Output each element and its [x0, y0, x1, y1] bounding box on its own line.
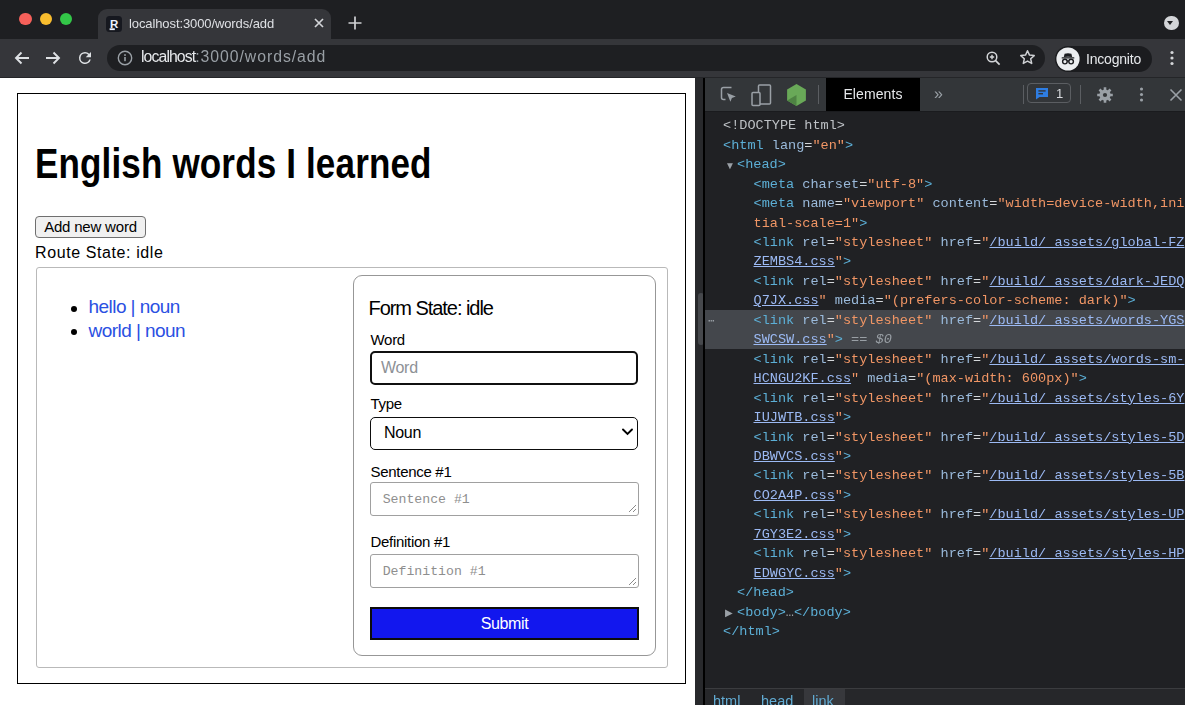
svg-text:R: R: [110, 17, 119, 29]
